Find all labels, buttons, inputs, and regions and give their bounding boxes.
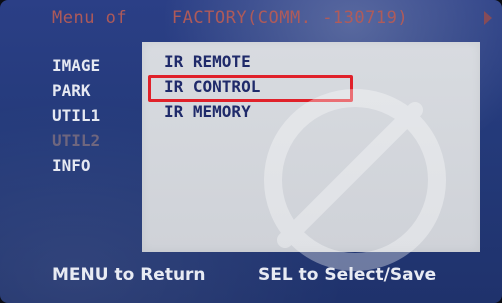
submenu-panel: IR REMOTE IR CONTROL IR MEMORY [142,42,480,252]
menu-header: Menu of FACTORY(COMM. -130719) [52,8,492,32]
main-menu: IMAGE PARK UTIL1 UTIL2 INFO [52,53,142,178]
menu-item-util2[interactable]: UTIL2 [52,128,142,153]
menu-item-park[interactable]: PARK [52,78,142,103]
selection-highlight [148,75,353,102]
menu-return-hint: MENU to Return [52,265,206,285]
menu-item-util1[interactable]: UTIL1 [52,103,142,128]
right-arrow-icon [484,11,492,25]
menu-title: FACTORY(COMM. -130719) [171,8,409,28]
select-save-hint: SEL to Select/Save [258,265,437,285]
osd-screen: Menu of FACTORY(COMM. -130719) IMAGE PAR… [0,0,502,303]
menu-item-info[interactable]: INFO [52,153,142,178]
submenu-item-ir-memory[interactable]: IR MEMORY [164,102,251,121]
menu-item-image[interactable]: IMAGE [52,53,142,78]
menu-of-label: Menu of [52,8,128,28]
footer-hints: MENU to Return SEL to Select/Save [52,265,492,289]
submenu-item-ir-remote[interactable]: IR REMOTE [164,52,251,71]
